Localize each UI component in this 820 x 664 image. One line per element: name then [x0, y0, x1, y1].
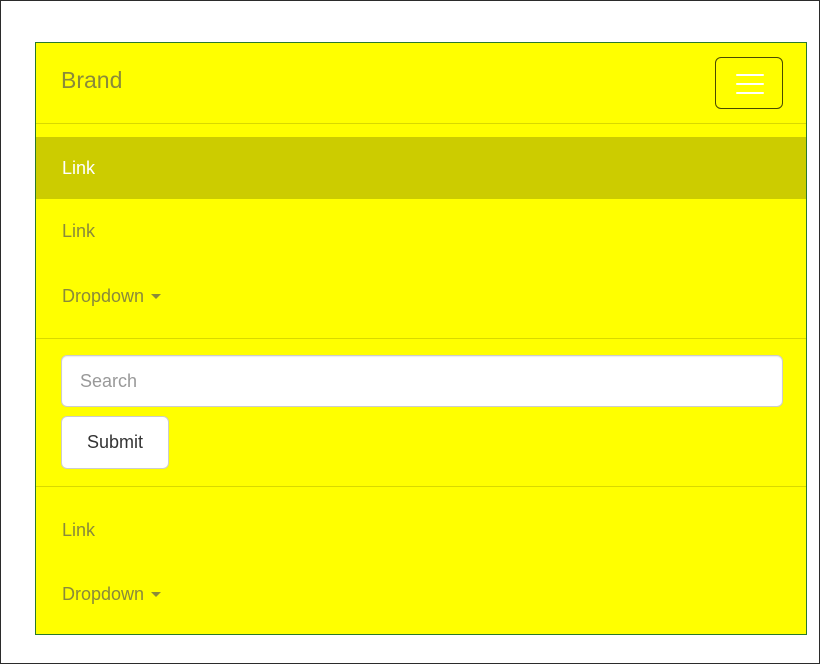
- caret-down-icon: [151, 591, 162, 597]
- nav-item-label: Link: [62, 519, 96, 540]
- nav-item-dropdown[interactable]: Dropdown: [36, 265, 806, 327]
- navbar: Brand Link Link Dropdown Submit Link: [35, 42, 807, 635]
- nav-item-link[interactable]: Link: [36, 200, 806, 262]
- nav-item-link[interactable]: Link: [36, 499, 806, 561]
- nav-item-label: Dropdown: [62, 583, 145, 604]
- navbar-brand[interactable]: Brand: [61, 67, 122, 94]
- nav-item-label: Dropdown: [62, 285, 145, 306]
- navbar-divider: [36, 338, 806, 339]
- caret-down-icon: [151, 293, 162, 299]
- navbar-divider: [36, 123, 806, 124]
- navbar-divider: [36, 486, 806, 487]
- search-input[interactable]: [61, 355, 783, 407]
- nav-item-dropdown[interactable]: Dropdown: [36, 563, 806, 625]
- navbar-toggle-button[interactable]: [715, 57, 783, 109]
- nav-item-link-active[interactable]: Link: [36, 137, 806, 199]
- submit-button[interactable]: Submit: [61, 416, 169, 469]
- nav-item-label: Link: [62, 220, 96, 241]
- nav-item-label: Link: [62, 157, 96, 178]
- page-frame: Brand Link Link Dropdown Submit Link: [0, 0, 820, 664]
